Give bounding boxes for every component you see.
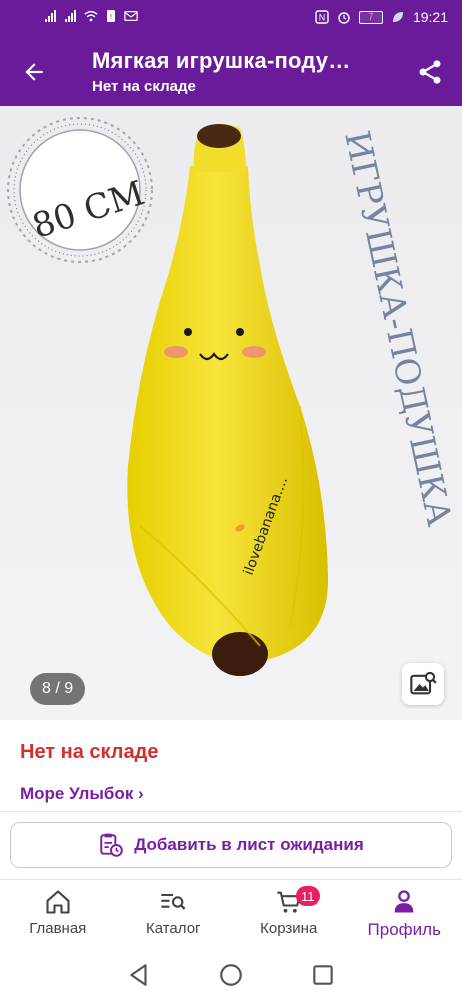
nav-label-catalog: Каталог — [145, 920, 201, 937]
sim-icon: ! — [107, 10, 115, 22]
home-icon — [46, 890, 70, 914]
eye-left — [184, 328, 192, 336]
page-title: Мягкая игрушка-поду… — [92, 48, 351, 73]
signal-icon — [45, 10, 56, 22]
leaf-icon — [392, 12, 403, 22]
catalog-search-icon — [161, 893, 186, 910]
cheek-left — [164, 346, 188, 358]
add-to-waitlist-button[interactable]: Добавить в лист ожидания — [10, 822, 452, 868]
status-left: ! — [44, 9, 138, 23]
alarm-icon — [338, 12, 350, 24]
stock-status: Нет на складе — [20, 741, 159, 763]
page-subtitle: Нет на складе — [92, 78, 196, 95]
waitlist-label: Добавить в лист ожидания — [134, 835, 364, 854]
nav-label-home: Главная — [29, 920, 87, 937]
app-bar: Мягкая игрушка-поду… Нет на складе — [0, 36, 462, 106]
clipboard-clock-icon — [100, 833, 124, 857]
svg-text:!: ! — [110, 14, 112, 21]
brand-link[interactable]: Море Улыбок › — [20, 784, 144, 804]
home-circle-icon[interactable] — [218, 962, 244, 988]
profile-icon — [394, 890, 414, 913]
bottom-tip — [212, 632, 268, 676]
battery-icon: 7 — [358, 10, 383, 24]
cart-badge: 11 — [296, 886, 320, 906]
vertical-caption: ИГРУШКА-ПОДУШКА — [336, 128, 459, 530]
bottom-nav: Главная Каталог 11 Корзина Профиль — [0, 880, 462, 950]
share-icon — [419, 60, 441, 84]
product-image-gallery[interactable]: ilovebanana.... 80 СМ ИГРУШКА-ПОДУШКА 8 … — [0, 106, 462, 720]
nav-label-profile: Профиль — [367, 920, 441, 939]
recents-square-icon[interactable] — [310, 962, 336, 988]
stem-tip — [197, 124, 241, 148]
signal-icon — [65, 10, 76, 22]
page-indicator: 8 / 9 — [30, 673, 86, 705]
image-search-button[interactable] — [402, 663, 444, 705]
image-search-icon — [410, 671, 437, 695]
system-nav-bar — [0, 950, 462, 1000]
product-photo: ilovebanana.... 80 СМ ИГРУШКА-ПОДУШКА — [7, 117, 459, 676]
nav-item-cart[interactable]: 11 Корзина — [231, 880, 347, 950]
back-triangle-icon[interactable] — [126, 962, 152, 988]
eye-right — [236, 328, 244, 336]
clock: 19:21 — [412, 9, 448, 25]
nfc-icon: N — [315, 10, 329, 24]
svg-text:N: N — [319, 13, 326, 23]
back-button[interactable] — [18, 56, 50, 88]
cheek-right — [242, 346, 266, 358]
share-button[interactable] — [414, 56, 446, 88]
title-block: Мягкая игрушка-поду… Нет на складе — [92, 48, 392, 95]
nav-item-profile[interactable]: Профиль — [347, 880, 462, 950]
nav-label-cart: Корзина — [260, 920, 318, 937]
wifi-icon — [84, 10, 98, 22]
mail-icon — [124, 11, 138, 21]
status-right: N 7 19:21 — [315, 9, 448, 25]
nav-item-home[interactable]: Главная — [0, 880, 116, 950]
size-badge: 80 СМ — [7, 117, 153, 263]
banana-body — [127, 166, 329, 663]
nav-item-catalog[interactable]: Каталог — [116, 880, 232, 950]
back-arrow-icon — [25, 63, 43, 81]
status-bar: ! N 7 19:21 — [0, 0, 462, 36]
divider — [0, 811, 462, 812]
